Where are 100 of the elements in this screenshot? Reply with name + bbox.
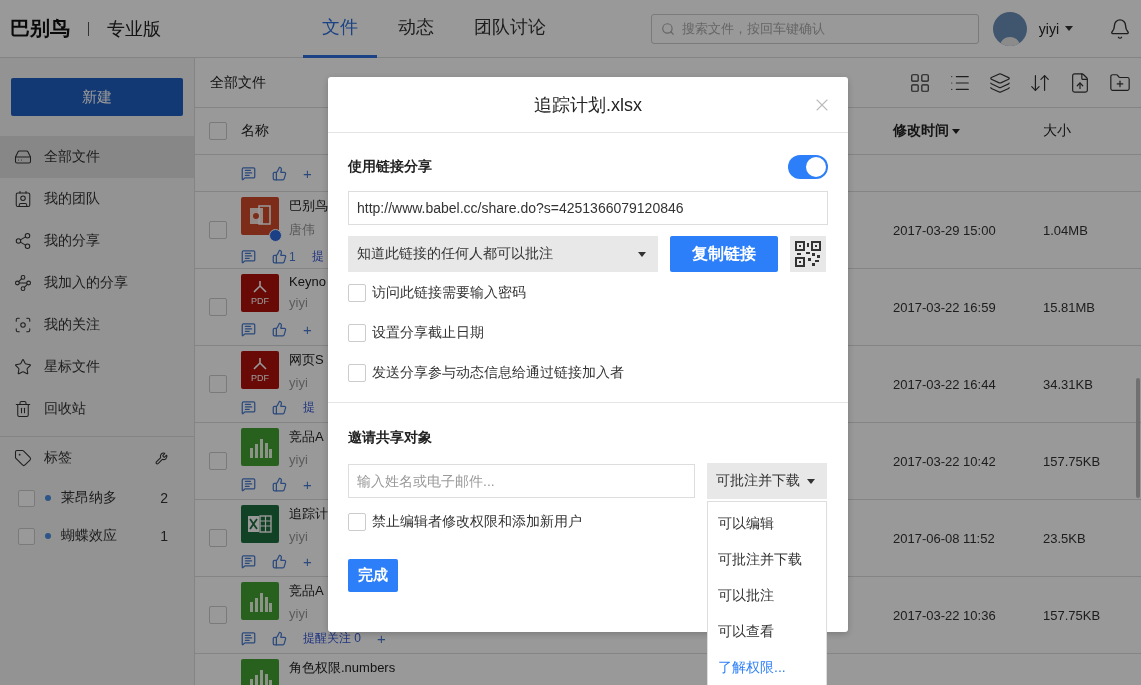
file-name[interactable]: 巴别鸟 bbox=[289, 197, 328, 215]
thumbs-up-icon[interactable] bbox=[272, 554, 287, 569]
column-header[interactable]: 修改时间 bbox=[893, 122, 960, 140]
sidebar-item[interactable]: 我加入的分享 bbox=[0, 262, 194, 304]
tag-count: 2 bbox=[160, 490, 168, 506]
modified-time: 2017-03-22 16:59 bbox=[893, 299, 997, 315]
user-avatar[interactable] bbox=[992, 11, 1027, 46]
sidebar-item[interactable]: 回收站 bbox=[0, 388, 194, 430]
thumbs-up-icon[interactable] bbox=[272, 322, 287, 337]
checkbox[interactable] bbox=[348, 364, 366, 382]
qr-code-icon[interactable] bbox=[790, 236, 826, 272]
checkbox[interactable] bbox=[348, 513, 366, 531]
file-name[interactable]: Keyno bbox=[289, 274, 326, 289]
file-name[interactable]: 网页S bbox=[289, 351, 324, 369]
sidebar-item[interactable]: 我的团队 bbox=[0, 178, 194, 220]
comment-icon[interactable] bbox=[241, 400, 256, 415]
sidebar-item[interactable]: 全部文件 bbox=[0, 136, 194, 178]
comment-icon[interactable] bbox=[241, 477, 256, 492]
checkbox[interactable] bbox=[18, 527, 35, 545]
pdf-file-icon: PDF bbox=[241, 274, 279, 312]
link-share-toggle[interactable] bbox=[788, 155, 828, 179]
file-name[interactable]: 竞品A bbox=[289, 428, 324, 446]
checkbox[interactable] bbox=[209, 221, 227, 239]
new-button[interactable]: 新建 bbox=[11, 78, 183, 116]
follow-link[interactable]: 提 bbox=[311, 248, 324, 265]
checkbox[interactable] bbox=[18, 489, 35, 507]
wrench-icon[interactable] bbox=[155, 451, 168, 465]
dialog-title: 追踪计划.xlsx bbox=[534, 93, 642, 117]
add-tag-link[interactable]: + bbox=[303, 553, 312, 570]
breadcrumb[interactable]: 全部文件 bbox=[210, 73, 266, 92]
column-header[interactable]: 大小 bbox=[1043, 122, 1071, 140]
upload-file-icon[interactable] bbox=[1069, 71, 1091, 94]
file-owner: yiyi bbox=[289, 375, 309, 390]
thumbs-up-icon[interactable] bbox=[272, 166, 287, 181]
thumbs-up-icon[interactable] bbox=[272, 631, 287, 646]
checkbox[interactable] bbox=[348, 284, 366, 302]
add-tag-link[interactable]: + bbox=[303, 476, 312, 493]
comment-icon[interactable] bbox=[241, 322, 256, 337]
thumbs-up-icon[interactable] bbox=[272, 400, 287, 415]
invite-field[interactable]: 输入姓名或电子邮件... bbox=[348, 464, 695, 498]
done-button[interactable]: 完成 bbox=[348, 559, 398, 592]
file-size: 1.04MB bbox=[1043, 222, 1089, 238]
nav-tab[interactable]: 团队讨论 bbox=[455, 0, 565, 58]
sidebar-item[interactable]: 星标文件 bbox=[0, 346, 194, 388]
new-folder-icon[interactable] bbox=[1109, 71, 1131, 94]
sidebar-item-icon bbox=[14, 148, 32, 166]
follow-link[interactable]: 提 bbox=[303, 399, 315, 416]
tag-label[interactable]: 蝴蝶效应 bbox=[61, 527, 117, 543]
nav-tab[interactable]: 文件 bbox=[303, 0, 377, 58]
follow-link[interactable]: 提醒关注 0 bbox=[303, 630, 361, 647]
tag-label[interactable]: 莱昂纳多 bbox=[61, 489, 117, 505]
spreadsheet-file-icon bbox=[241, 505, 279, 543]
checkbox[interactable] bbox=[348, 324, 366, 342]
file-name[interactable]: 追踪计 bbox=[289, 505, 328, 523]
layers-icon[interactable] bbox=[989, 71, 1011, 94]
comment-icon[interactable] bbox=[241, 249, 256, 264]
grid-view-icon[interactable] bbox=[909, 71, 931, 94]
option-label: 禁止编辑者修改权限和添加新用户 bbox=[372, 513, 582, 531]
sidebar-item-icon bbox=[14, 316, 32, 334]
presentation-file-icon bbox=[241, 197, 279, 235]
checkbox[interactable] bbox=[209, 122, 227, 140]
scrollbar[interactable] bbox=[1136, 378, 1140, 498]
access-select[interactable]: 知道此链接的任何人都可以批注 bbox=[348, 236, 658, 272]
checkbox[interactable] bbox=[209, 606, 227, 624]
sidebar-item-icon bbox=[14, 274, 32, 292]
modified-time: 2017-03-22 16:44 bbox=[893, 376, 997, 392]
pdf-file-icon: PDF bbox=[241, 351, 279, 389]
checkbox[interactable] bbox=[209, 298, 227, 316]
thumbs-up-icon[interactable] bbox=[272, 249, 287, 264]
file-owner: 唐伟 bbox=[289, 221, 316, 239]
file-owner: yiyi bbox=[289, 606, 309, 621]
add-tag-link[interactable]: + bbox=[303, 321, 312, 338]
thumbs-up-icon[interactable] bbox=[272, 477, 287, 492]
option-label: 发送分享参与动态信息给通过链接加入者 bbox=[372, 364, 624, 382]
sidebar-item[interactable]: 我的分享 bbox=[0, 220, 194, 262]
chart-file-icon bbox=[241, 428, 279, 466]
checkbox[interactable] bbox=[209, 452, 227, 470]
sidebar-item-icon bbox=[14, 400, 32, 418]
checkbox[interactable] bbox=[209, 529, 227, 547]
file-size: 23.5KB bbox=[1043, 530, 1087, 546]
copy-link-button[interactable]: 复制链接 bbox=[670, 236, 778, 272]
permission-select[interactable]: 可批注并下载 bbox=[707, 463, 827, 499]
option-label: 设置分享截止日期 bbox=[372, 324, 484, 342]
file-name[interactable]: 竞品A bbox=[289, 582, 324, 600]
checkbox[interactable] bbox=[209, 375, 227, 393]
user-menu[interactable]: yiyi bbox=[1032, 19, 1079, 38]
file-owner: yiyi bbox=[289, 529, 309, 544]
comment-icon[interactable] bbox=[241, 554, 256, 569]
tag-dot bbox=[45, 495, 51, 501]
sidebar-item[interactable]: 我的关注 bbox=[0, 304, 194, 346]
column-header[interactable]: 名称 bbox=[241, 122, 269, 140]
nav-tab[interactable]: 动态 bbox=[379, 0, 453, 58]
comment-icon[interactable] bbox=[241, 631, 256, 646]
search-icon bbox=[660, 21, 675, 36]
add-tag-link[interactable]: + bbox=[303, 165, 312, 182]
comment-icon[interactable] bbox=[241, 166, 256, 181]
add-tag-link[interactable]: + bbox=[377, 630, 386, 647]
bell-icon[interactable] bbox=[1109, 17, 1131, 40]
share-url-field[interactable]: http://www.babel.cc/share.do?s=4251366079120846 bbox=[348, 191, 828, 225]
file-name[interactable]: 角色权限.numbers bbox=[289, 659, 396, 677]
